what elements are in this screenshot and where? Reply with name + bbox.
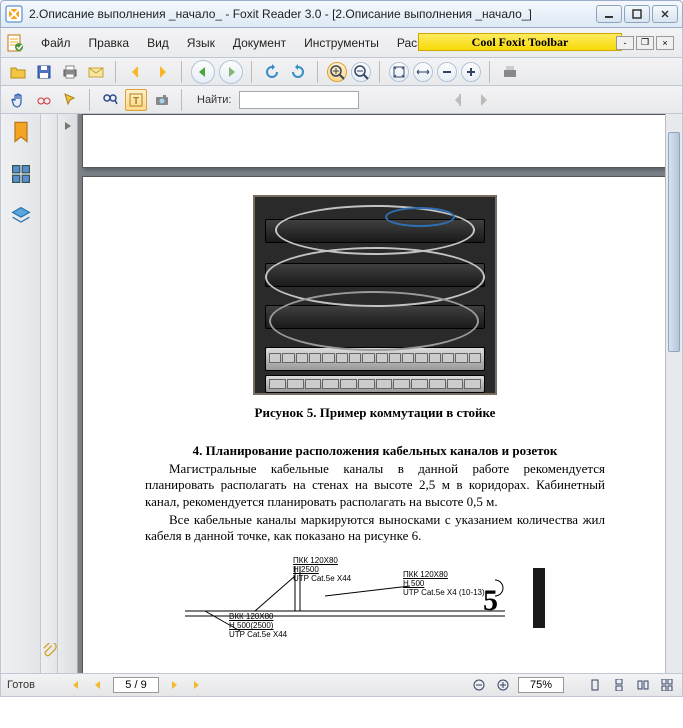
menu-language[interactable]: Язык	[179, 32, 223, 54]
dl-d: ВКК 120X80	[229, 612, 287, 621]
figure-diagram: 5 ПКК 120X80 Н 2500 UTP Cat.5e X44 ВКК 1…	[145, 556, 605, 636]
app-icon	[5, 5, 23, 23]
continuous-button[interactable]	[610, 677, 628, 693]
hand-tool-button[interactable]	[7, 89, 29, 111]
email-button[interactable]	[85, 61, 107, 83]
dl-a2: ПКК 120X80	[403, 570, 485, 579]
menu-tools[interactable]: Инструменты	[296, 32, 387, 54]
pages-panel-button[interactable]	[9, 162, 33, 186]
document-area: Рисунок 5. Пример коммутации в стойке 4.…	[58, 114, 682, 673]
dl-f: Н 500(2500)	[229, 621, 287, 630]
find-prev-button[interactable]	[447, 89, 469, 111]
layers-panel-button[interactable]	[9, 204, 33, 228]
paragraph-1: Магистральные кабельные каналы в данной …	[145, 461, 605, 510]
gutter	[58, 114, 78, 673]
dl-b: Н 2500	[293, 565, 351, 574]
continuous-facing-button[interactable]	[658, 677, 676, 693]
prev-page-button[interactable]	[125, 61, 147, 83]
open-button[interactable]	[7, 61, 29, 83]
gutter-arrow-icon[interactable]	[62, 120, 74, 132]
save-button[interactable]	[33, 61, 55, 83]
menu-bar: Файл Правка Вид Язык Документ Инструмент…	[0, 28, 683, 58]
zoom-minus-button[interactable]	[437, 62, 457, 82]
dl-a: ПКК 120X80	[293, 556, 351, 565]
status-zoom-in-button[interactable]	[494, 677, 512, 693]
close-button[interactable]	[652, 5, 678, 23]
glasses-button[interactable]	[33, 89, 55, 111]
vertical-scrollbar[interactable]	[665, 114, 682, 673]
status-next-page-button[interactable]	[165, 677, 183, 693]
page-number-input[interactable]	[113, 677, 159, 693]
menu-view[interactable]: Вид	[139, 32, 177, 54]
select-tool-button[interactable]	[59, 89, 81, 111]
paragraph-2: Все кабельные каналы маркируются выноска…	[145, 512, 605, 545]
minimize-button[interactable]	[596, 5, 622, 23]
zoom-plus-button[interactable]	[461, 62, 481, 82]
forward-button[interactable]	[219, 60, 243, 84]
last-page-button[interactable]	[189, 677, 207, 693]
print-button[interactable]	[59, 61, 81, 83]
svg-text:T: T	[133, 96, 139, 107]
first-page-button[interactable]	[65, 677, 83, 693]
back-button[interactable]	[191, 60, 215, 84]
nav-sidebar	[1, 114, 41, 673]
dl-c2: UTP Cat.5e X44	[229, 630, 287, 639]
work-area: Рисунок 5. Пример коммутации в стойке 4.…	[0, 114, 683, 674]
figure-photo	[253, 195, 497, 395]
mdi-minimize-button[interactable]: -	[616, 36, 634, 50]
menu-file[interactable]: Файл	[33, 32, 79, 54]
dl-g: UTP Cat.5e X4 (10-13)	[403, 588, 485, 597]
find-tool-button[interactable]	[99, 89, 121, 111]
status-ready: Готов	[7, 679, 59, 691]
find-label: Найти:	[197, 94, 231, 106]
select-text-button[interactable]: T	[125, 89, 147, 111]
fit-width-button[interactable]	[413, 62, 433, 82]
attachments-button[interactable]	[41, 639, 57, 663]
find-next-button[interactable]	[473, 89, 495, 111]
page-prev-fragment	[82, 114, 665, 168]
figure-caption: Рисунок 5. Пример коммутации в стойке	[145, 405, 605, 421]
page-current: Рисунок 5. Пример коммутации в стойке 4.…	[82, 176, 665, 673]
document-icon	[5, 33, 25, 53]
menu-document[interactable]: Документ	[225, 32, 294, 54]
zoom-level-input[interactable]	[518, 677, 564, 693]
facing-button[interactable]	[634, 677, 652, 693]
window-title: 2.Описание выполнения _начало_ - Foxit R…	[29, 7, 596, 21]
rotate-ccw-button[interactable]	[261, 61, 283, 83]
main-toolbar	[0, 58, 683, 86]
bookmarks-panel-button[interactable]	[9, 120, 33, 144]
dl-e: Н 500	[403, 579, 485, 588]
next-page-button[interactable]	[151, 61, 173, 83]
status-bar: Готов	[0, 674, 683, 697]
single-page-button[interactable]	[586, 677, 604, 693]
status-prev-page-button[interactable]	[89, 677, 107, 693]
find-input[interactable]	[239, 91, 359, 109]
mdi-restore-button[interactable]: ❐	[636, 36, 654, 50]
snapshot-button[interactable]	[151, 89, 173, 111]
maximize-button[interactable]	[624, 5, 650, 23]
attachment-strip	[41, 114, 58, 673]
section-heading: 4. Планирование расположения кабельных к…	[145, 443, 605, 459]
status-zoom-out-button[interactable]	[470, 677, 488, 693]
mdi-close-button[interactable]: ×	[656, 36, 674, 50]
title-bar: 2.Описание выполнения _начало_ - Foxit R…	[0, 0, 683, 28]
zoom-out-button[interactable]	[351, 62, 371, 82]
cool-foxit-toolbar[interactable]: Cool Foxit Toolbar	[418, 33, 622, 51]
typewriter-button[interactable]	[499, 61, 521, 83]
fit-page-button[interactable]	[389, 62, 409, 82]
rotate-cw-button[interactable]	[287, 61, 309, 83]
menu-edit[interactable]: Правка	[81, 32, 138, 54]
dl-c: UTP Cat.5e X44	[293, 574, 351, 583]
zoom-in-button[interactable]	[327, 62, 347, 82]
tools-toolbar: T Найти:	[0, 86, 683, 114]
svg-text:5: 5	[483, 584, 498, 617]
